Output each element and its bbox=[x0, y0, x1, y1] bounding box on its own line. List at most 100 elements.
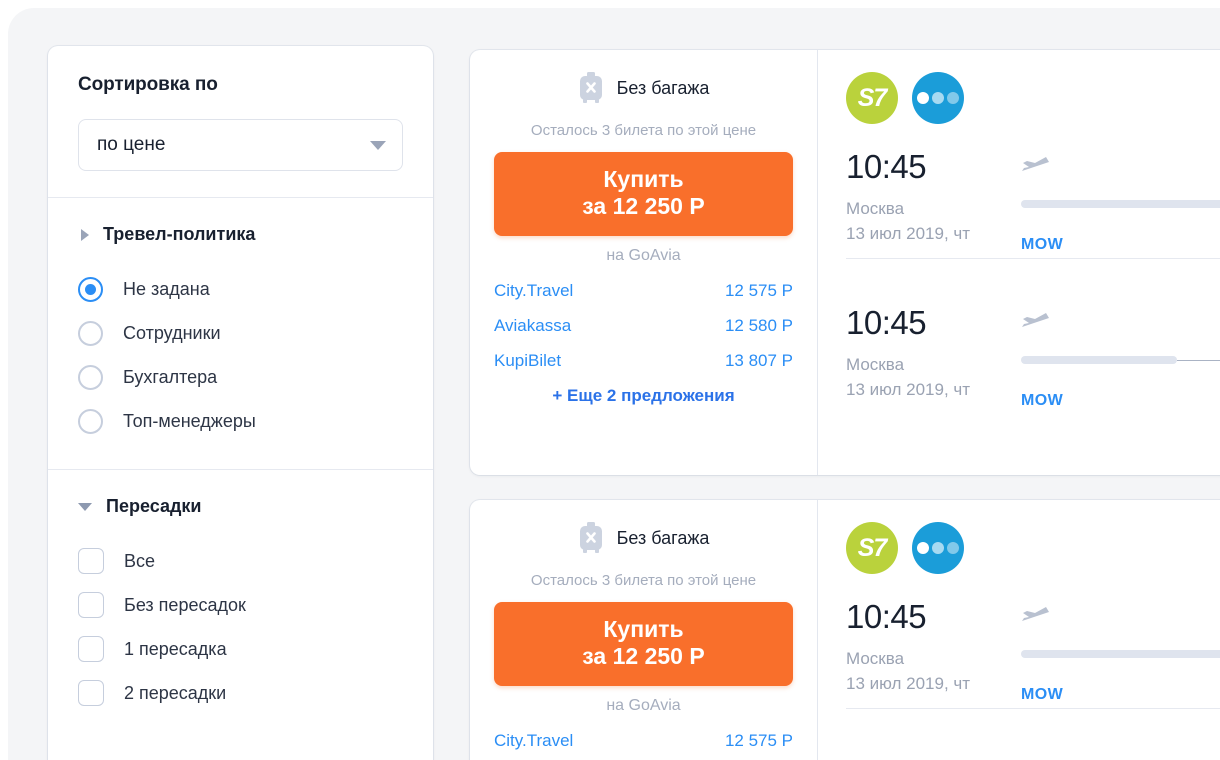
checkbox-label: Без пересадок bbox=[124, 594, 246, 615]
checkbox-option-bez-peresadok[interactable]: Без пересадок bbox=[78, 583, 403, 627]
airline-logos: S7 bbox=[846, 522, 1220, 574]
filter-header-transfers[interactable]: Пересадки bbox=[78, 496, 403, 517]
radio-option-top-menedzhery[interactable]: Топ-менеджеры bbox=[78, 399, 403, 443]
radio-option-ne-zadana[interactable]: Не задана bbox=[78, 267, 403, 311]
radio-icon[interactable] bbox=[78, 364, 103, 390]
departure-airport-code[interactable]: MOW bbox=[1021, 236, 1063, 254]
s7-airlines-logo: S7 bbox=[846, 522, 898, 574]
checkbox-option-1-peresadka[interactable]: 1 пересадка bbox=[78, 627, 403, 671]
filter-title: Тревел-политика bbox=[103, 224, 256, 244]
sort-select-value: по цене bbox=[97, 134, 166, 155]
agency-price: 12 575 Р bbox=[724, 280, 793, 300]
baggage-row: Без багажа bbox=[494, 522, 793, 554]
s7-logo-label: S7 bbox=[857, 533, 888, 562]
ticket-card: Без багажа Осталось 3 билета по этой цен… bbox=[470, 500, 1220, 760]
checkbox-icon[interactable] bbox=[78, 680, 104, 706]
tickets-remaining-text: Осталось 3 билета по этой цене bbox=[530, 122, 757, 139]
flight-segment: 10:45 Москва 13 июл 2019, чт В п MOW bbox=[846, 600, 1220, 720]
filter-group-travel-policy: Тревел-политика Не задана Сотрудники Бух… bbox=[48, 198, 433, 443]
route-progress-bar bbox=[1021, 356, 1220, 364]
dot-3 bbox=[947, 542, 959, 554]
checkbox-label: 1 пересадка bbox=[124, 638, 227, 659]
radio-icon-checked[interactable] bbox=[78, 276, 103, 302]
buy-button[interactable]: Купить за 12 250 Р bbox=[494, 602, 793, 687]
dot-1 bbox=[917, 542, 929, 554]
route-progress-bar bbox=[1021, 200, 1220, 208]
checkbox-label: 2 пересадки bbox=[124, 682, 227, 703]
radio-label: Топ-менеджеры bbox=[123, 410, 256, 431]
route-bar-filled bbox=[1021, 650, 1220, 658]
agency-name: Aviakassa bbox=[494, 315, 572, 335]
checkbox-label: Все bbox=[124, 550, 156, 571]
buy-button-label: Купить bbox=[603, 616, 684, 642]
route-bar-filled bbox=[1021, 356, 1178, 364]
agency-caption: на GoAvia bbox=[606, 697, 681, 715]
triangle-down-icon bbox=[78, 502, 92, 511]
chevron-down-icon bbox=[370, 140, 386, 150]
no-baggage-icon bbox=[579, 522, 602, 553]
segment-divider bbox=[846, 708, 1220, 709]
route-bar-filled bbox=[1021, 200, 1220, 208]
ticket-price-panel: Без багажа Осталось 3 билета по этой цен… bbox=[470, 50, 818, 475]
radio-label: Бухгалтера bbox=[123, 366, 218, 387]
airplane-takeoff-icon bbox=[1022, 157, 1049, 171]
s7-airlines-logo: S7 bbox=[846, 72, 898, 124]
radio-option-buhgaltera[interactable]: Бухгалтера bbox=[78, 355, 403, 399]
ticket-card: Без багажа Осталось 3 билета по этой цен… bbox=[470, 50, 1220, 475]
more-offers-link[interactable]: + Еще 2 предложения bbox=[494, 386, 793, 406]
radio-label: Не задана bbox=[123, 278, 210, 299]
checkbox-icon[interactable] bbox=[78, 548, 104, 574]
flight-segment: 10:45 Москва 13 июл 2019, чт В п MOW bbox=[846, 150, 1220, 270]
baggage-label: Без багажа bbox=[616, 527, 710, 548]
agency-row[interactable]: City.Travel 12 575 Р bbox=[494, 273, 793, 308]
sort-select[interactable]: по цене bbox=[78, 119, 403, 171]
checkbox-option-vse[interactable]: Все bbox=[78, 539, 403, 583]
flight-segment: 10:45 Москва 13 июл 2019, чт В п MOW В bbox=[846, 306, 1220, 426]
baggage-label: Без багажа bbox=[616, 77, 710, 98]
sort-block: Сортировка по по цене bbox=[48, 46, 433, 197]
s7-logo-label: S7 bbox=[857, 83, 888, 112]
airplane-takeoff-icon bbox=[1022, 313, 1049, 327]
agency-row[interactable]: City.Travel 12 575 Р bbox=[494, 723, 793, 758]
triangle-right-icon bbox=[81, 228, 89, 241]
agency-name: City.Travel bbox=[494, 280, 574, 300]
no-baggage-icon bbox=[579, 72, 602, 103]
tickets-remaining-text: Осталось 3 билета по этой цене bbox=[530, 572, 757, 589]
departure-airport-code[interactable]: MOW bbox=[1021, 392, 1063, 410]
airline-logos: S7 bbox=[846, 72, 1220, 124]
sort-title: Сортировка по bbox=[78, 74, 218, 95]
agency-caption: на GoAvia bbox=[606, 247, 681, 265]
departure-airport-code[interactable]: MOW bbox=[1021, 686, 1063, 704]
dot-2 bbox=[932, 92, 944, 104]
agency-price: 12 575 Р bbox=[724, 730, 793, 750]
ticket-price-panel: Без багажа Осталось 3 билета по этой цен… bbox=[470, 500, 818, 760]
agency-price: 13 807 Р bbox=[724, 350, 793, 370]
baggage-row: Без багажа bbox=[494, 72, 793, 104]
radio-label: Сотрудники bbox=[123, 322, 221, 343]
checkbox-icon[interactable] bbox=[78, 636, 104, 662]
agency-row[interactable]: KupiBilet 13 807 Р bbox=[494, 343, 793, 378]
route-progress-bar bbox=[1021, 650, 1220, 658]
ticket-flight-details: S7 10:45 Москва 13 июл 2019, чт В п bbox=[818, 500, 1220, 760]
radio-option-sotrudniki[interactable]: Сотрудники bbox=[78, 311, 403, 355]
buy-button-label: Купить bbox=[603, 166, 684, 192]
radio-icon[interactable] bbox=[78, 320, 103, 346]
dots-airline-logo bbox=[912, 72, 964, 124]
airplane-takeoff-icon bbox=[1022, 607, 1049, 621]
agency-name: City.Travel bbox=[494, 730, 574, 750]
route-bar-remaining bbox=[1177, 359, 1220, 361]
buy-button[interactable]: Купить за 12 250 Р bbox=[494, 152, 793, 237]
buy-button-price: за 12 250 Р bbox=[582, 193, 705, 220]
buy-button-price: за 12 250 Р bbox=[582, 643, 705, 670]
filter-group-transfers: Пересадки Все Без пересадок 1 пересадка … bbox=[48, 470, 433, 715]
filter-header-travel-policy[interactable]: Тревел-политика bbox=[78, 224, 403, 245]
filters-sidebar: Сортировка по по цене Тревел-политика Не… bbox=[48, 46, 433, 760]
ticket-flight-details: S7 10:45 Москва 13 июл 2019, чт В п bbox=[818, 50, 1220, 475]
checkbox-icon[interactable] bbox=[78, 592, 104, 618]
checkbox-option-2-peresadki[interactable]: 2 пересадки bbox=[78, 671, 403, 715]
dot-1 bbox=[917, 92, 929, 104]
agency-row[interactable]: Aviakassa 12 580 Р bbox=[494, 308, 793, 343]
radio-icon[interactable] bbox=[78, 408, 103, 434]
filter-title: Пересадки bbox=[106, 496, 202, 516]
dot-3 bbox=[947, 92, 959, 104]
